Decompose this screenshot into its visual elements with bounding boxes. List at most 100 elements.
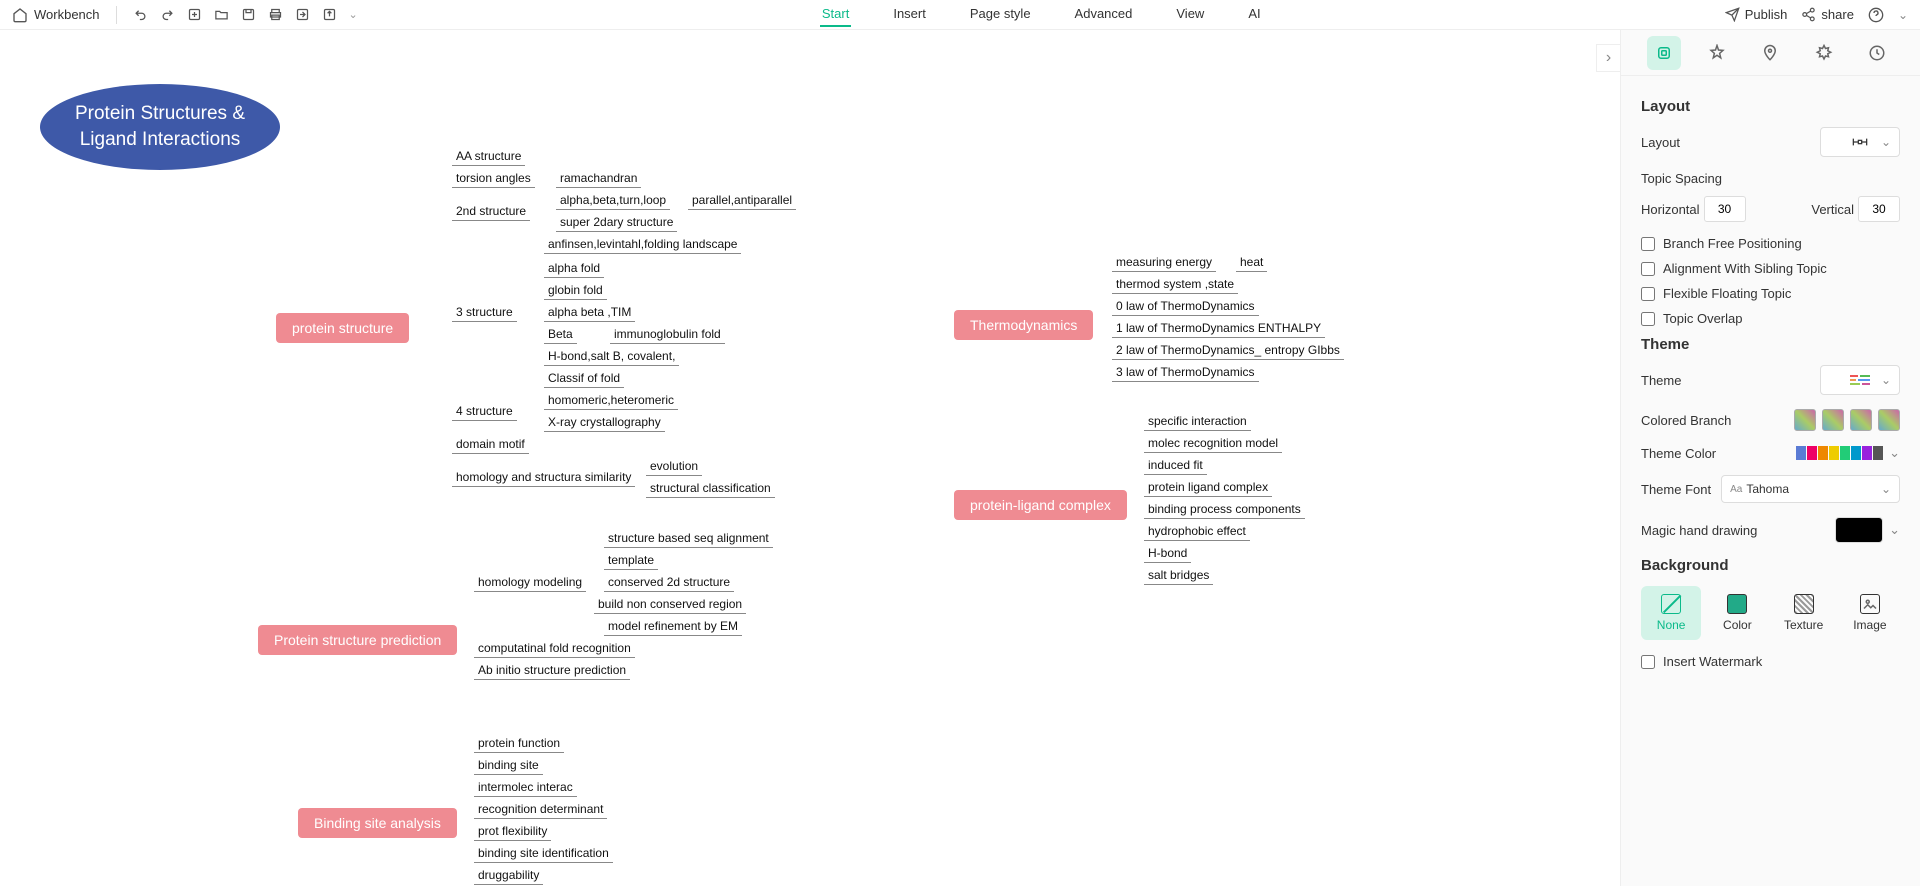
root-topic[interactable]: Protein Structures & Ligand Interactions [40, 84, 280, 170]
tab-history[interactable] [1860, 36, 1894, 70]
share-button[interactable]: share [1801, 7, 1854, 22]
mindmap-canvas[interactable]: Protein Structures & Ligand Interactions… [0, 30, 1620, 886]
tab-layout[interactable] [1647, 36, 1681, 70]
cbx-insert-watermark[interactable]: Insert Watermark [1641, 654, 1900, 669]
sub-node[interactable]: 2 law of ThermoDynamics_ entropy GIbbs [1112, 343, 1344, 360]
sub-node[interactable]: Beta [544, 327, 577, 344]
sub-node[interactable]: homomeric,heteromeric [544, 393, 678, 410]
sub-node[interactable]: Classif of fold [544, 371, 624, 388]
cbx-topic-overlap[interactable]: Topic Overlap [1641, 311, 1900, 326]
sub-node[interactable]: template [604, 553, 658, 570]
sub-node[interactable]: X-ray crystallography [544, 415, 665, 432]
more-toolbar-icon[interactable]: ⌄ [349, 8, 358, 21]
sub-node[interactable]: binding site [474, 758, 543, 775]
sub-node[interactable]: structural classification [646, 481, 775, 498]
vertical-input[interactable] [1858, 196, 1900, 222]
sub-node[interactable]: conserved 2d structure [604, 575, 734, 592]
sub-node[interactable]: structure based seq alignment [604, 531, 773, 548]
bg-opt-image[interactable]: Image [1840, 586, 1900, 640]
node-protein-ligand-complex[interactable]: protein-ligand complex [954, 490, 1127, 520]
node-protein-structure[interactable]: protein structure [276, 313, 409, 343]
workbench-link[interactable]: Workbench [12, 7, 100, 23]
undo-button[interactable] [133, 7, 148, 22]
chevron-down-icon[interactable]: ⌄ [1898, 8, 1908, 22]
sub-node[interactable]: druggability [474, 868, 543, 885]
sub-node[interactable]: 3 structure [452, 305, 517, 322]
sub-node[interactable]: 2nd structure [452, 204, 530, 221]
sub-node[interactable]: build non conserved region [594, 597, 746, 614]
sub-node[interactable]: computatinal fold recognition [474, 641, 635, 658]
export-button[interactable] [295, 7, 310, 22]
sub-node[interactable]: homology and structura similarity [452, 470, 635, 487]
sub-node[interactable]: ramachandran [556, 171, 641, 188]
redo-button[interactable] [160, 7, 175, 22]
tab-map[interactable] [1753, 36, 1787, 70]
swatch[interactable] [1878, 409, 1900, 431]
menu-advanced[interactable]: Advanced [1073, 2, 1135, 27]
sub-node[interactable]: induced fit [1144, 458, 1207, 475]
new-button[interactable] [187, 7, 202, 22]
sub-node[interactable]: 1 law of ThermoDynamics ENTHALPY [1112, 321, 1325, 338]
help-button[interactable] [1868, 7, 1884, 23]
panel-collapse-button[interactable]: › [1596, 44, 1620, 72]
menu-view[interactable]: View [1174, 2, 1206, 27]
sub-node[interactable]: binding process components [1144, 502, 1305, 519]
theme-color-strip[interactable] [1796, 446, 1883, 460]
theme-dropdown[interactable] [1820, 365, 1900, 395]
bg-opt-texture[interactable]: Texture [1774, 586, 1834, 640]
sub-node[interactable]: super 2dary structure [556, 215, 677, 232]
sub-node[interactable]: protein function [474, 736, 564, 753]
bg-opt-color[interactable]: Color [1707, 586, 1767, 640]
sub-node[interactable]: anfinsen,levintahl,folding landscape [544, 237, 741, 254]
sub-node[interactable]: H-bond,salt B, covalent, [544, 349, 679, 366]
print-button[interactable] [268, 7, 283, 22]
node-thermodynamics[interactable]: Thermodynamics [954, 310, 1093, 340]
cbx-branch-free[interactable]: Branch Free Positioning [1641, 236, 1900, 251]
sub-node[interactable]: alpha fold [544, 261, 604, 278]
chevron-down-icon[interactable]: ⌄ [1889, 445, 1900, 461]
sub-node[interactable]: alpha,beta,turn,loop [556, 193, 670, 210]
sub-node[interactable]: alpha beta ,TIM [544, 305, 635, 322]
swatch[interactable] [1822, 409, 1844, 431]
cbx-flex-float[interactable]: Flexible Floating Topic [1641, 286, 1900, 301]
chevron-down-icon[interactable]: ⌄ [1889, 522, 1900, 538]
open-button[interactable] [214, 7, 229, 22]
menu-insert[interactable]: Insert [891, 2, 928, 27]
sub-node[interactable]: 0 law of ThermoDynamics [1112, 299, 1259, 316]
sub-node[interactable]: H-bond [1144, 546, 1191, 563]
sub-node[interactable]: intermolec interac [474, 780, 577, 797]
tab-style[interactable] [1700, 36, 1734, 70]
node-protein-structure-prediction[interactable]: Protein structure prediction [258, 625, 457, 655]
save-button[interactable] [241, 7, 256, 22]
sub-node[interactable]: binding site identification [474, 846, 613, 863]
sub-node[interactable]: hydrophobic effect [1144, 524, 1250, 541]
menu-ai[interactable]: AI [1246, 2, 1262, 27]
cbx-align-sibling[interactable]: Alignment With Sibling Topic [1641, 261, 1900, 276]
sub-node[interactable]: 4 structure [452, 404, 517, 421]
layout-dropdown[interactable] [1820, 127, 1900, 157]
publish-button[interactable]: Publish [1725, 7, 1788, 22]
sub-node[interactable]: measuring energy [1112, 255, 1216, 272]
tab-settings[interactable] [1807, 36, 1841, 70]
theme-font-select[interactable]: AaTahoma [1721, 475, 1900, 503]
sub-node[interactable]: homology modeling [474, 575, 586, 592]
sub-node[interactable]: immunoglobulin fold [610, 327, 725, 344]
sub-node[interactable]: globin fold [544, 283, 607, 300]
magic-hand-color[interactable] [1835, 517, 1883, 543]
node-binding-site-analysis[interactable]: Binding site analysis [298, 808, 457, 838]
horizontal-input[interactable] [1704, 196, 1746, 222]
sub-node[interactable]: domain motif [452, 437, 529, 454]
sub-node[interactable]: AA structure [452, 149, 525, 166]
swatch[interactable] [1794, 409, 1816, 431]
import-button[interactable] [322, 7, 337, 22]
sub-node[interactable]: salt bridges [1144, 568, 1213, 585]
swatch[interactable] [1850, 409, 1872, 431]
sub-node[interactable]: prot flexibility [474, 824, 551, 841]
sub-node[interactable]: parallel,antiparallel [688, 193, 796, 210]
sub-node[interactable]: recognition determinant [474, 802, 607, 819]
sub-node[interactable]: 3 law of ThermoDynamics [1112, 365, 1259, 382]
sub-node[interactable]: model refinement by EM [604, 619, 742, 636]
sub-node[interactable]: Ab initio structure prediction [474, 663, 630, 680]
sub-node[interactable]: heat [1236, 255, 1267, 272]
menu-start[interactable]: Start [820, 2, 851, 27]
